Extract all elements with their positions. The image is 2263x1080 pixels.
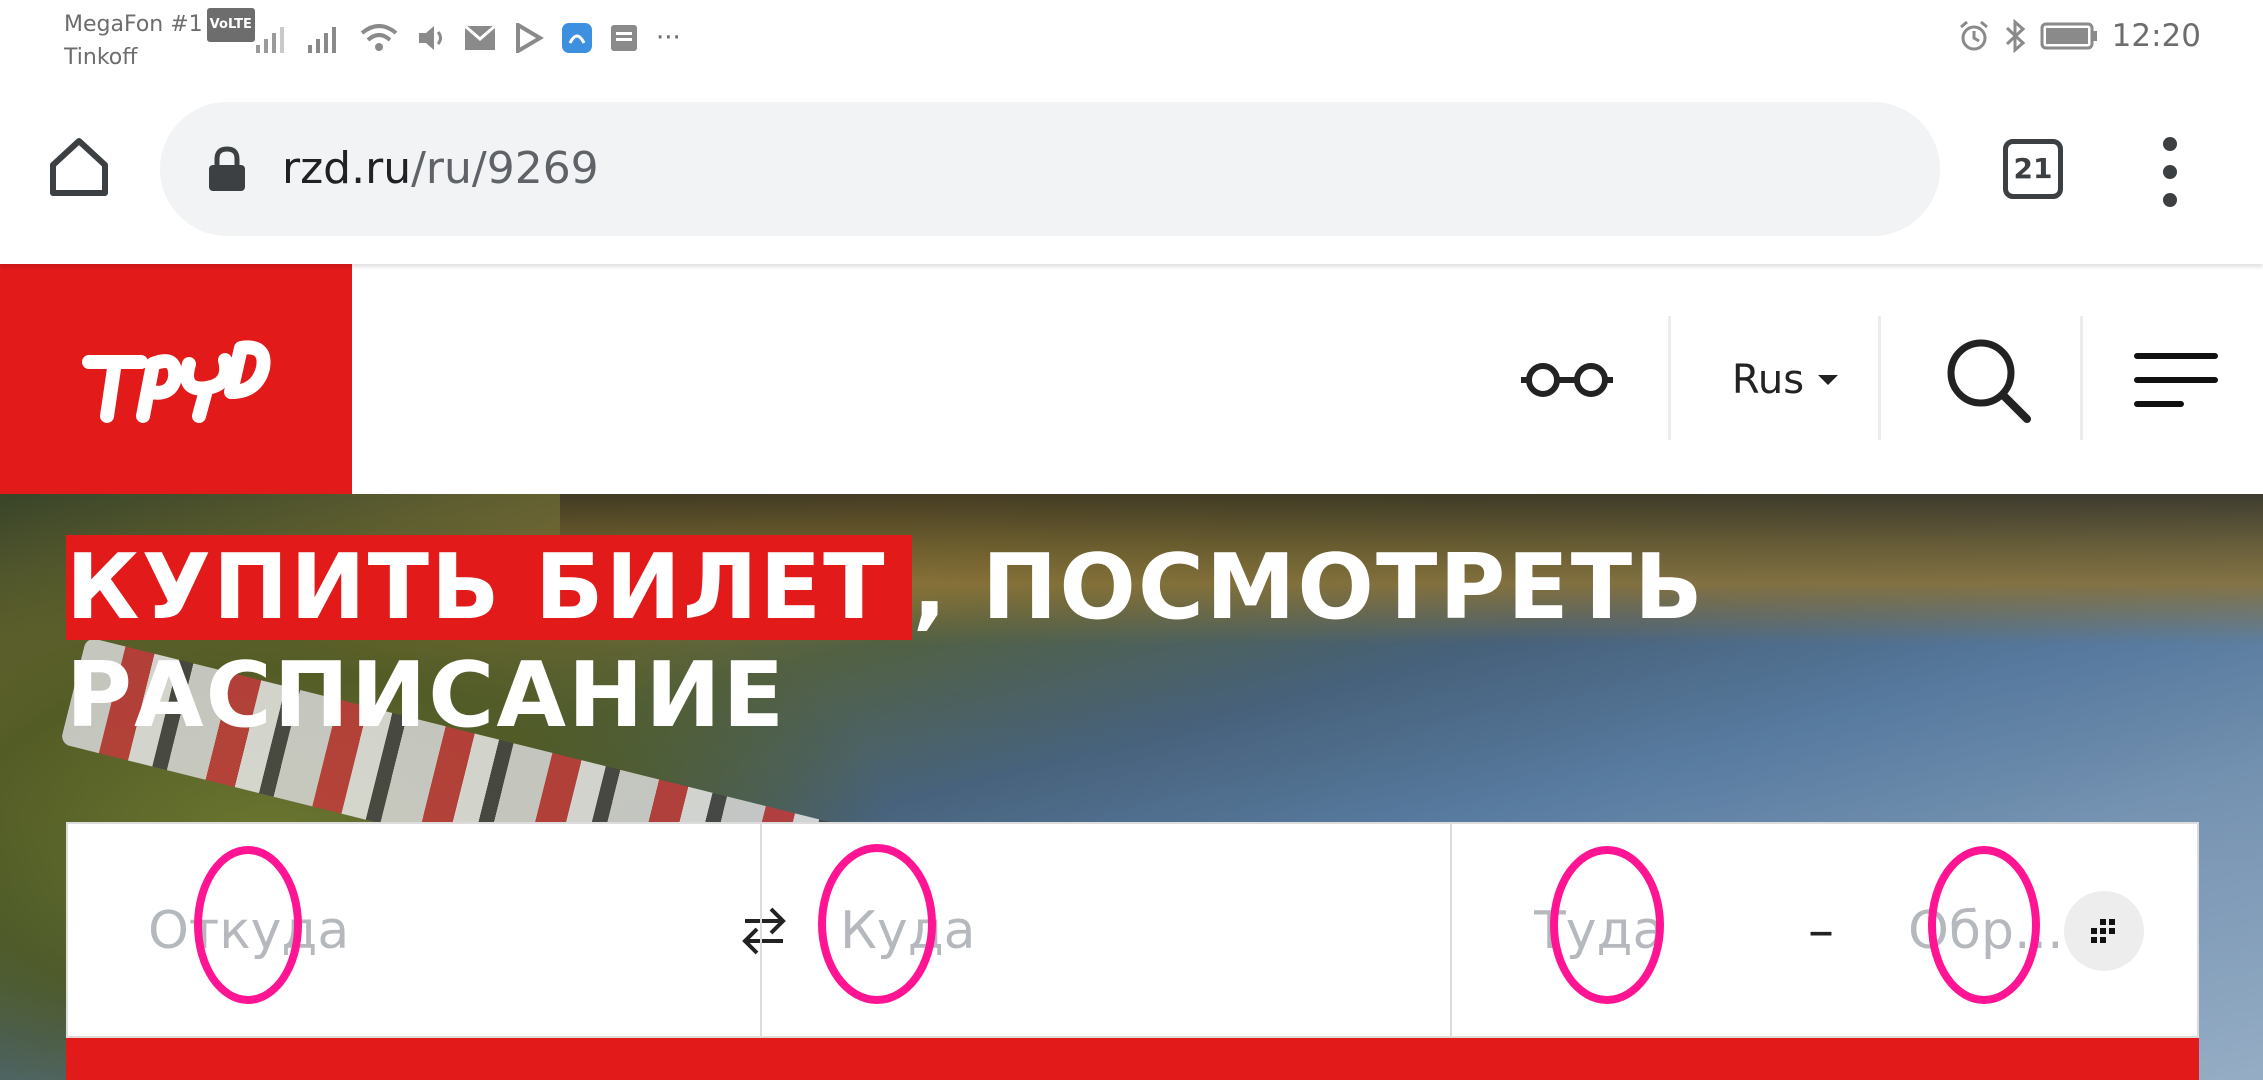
search-icon <box>1947 339 2031 423</box>
volume-icon <box>419 26 442 50</box>
clock: 12:20 <box>2111 18 2201 54</box>
menu-dot-icon <box>2163 165 2177 179</box>
mail-icon <box>464 25 496 50</box>
home-button[interactable] <box>44 132 114 202</box>
news-icon <box>611 25 637 51</box>
system-icons: 12:20 <box>1958 16 2201 56</box>
hero-title-line2[interactable]: РАСПИСАНИЕ <box>66 643 786 748</box>
field-separator <box>760 824 762 1038</box>
site-header: Rus <box>0 264 2263 494</box>
hero-title: КУПИТЬ БИЛЕТ, ПОСМОТРЕТЬ РАСПИСАНИЕ <box>66 534 1966 750</box>
swap-icon <box>742 907 786 955</box>
search-button[interactable] <box>1930 319 2046 441</box>
more-notifications-icon: ··· <box>656 23 681 53</box>
bluetooth-icon <box>2005 19 2025 53</box>
annotation-circle <box>818 844 936 1004</box>
url-host: rzd.ru <box>282 143 412 194</box>
carrier-name-1: MegaFon #1 <box>64 12 203 37</box>
signal-icon <box>256 27 284 53</box>
battery-icon <box>2040 22 2097 50</box>
annotation-circle <box>194 846 302 1004</box>
field-separator <box>1450 824 1452 1038</box>
play-store-icon <box>516 23 544 53</box>
wifi-icon <box>360 24 398 51</box>
hamburger-menu-button[interactable] <box>2126 319 2226 441</box>
tab-switcher-button[interactable]: 21 <box>2003 139 2063 199</box>
browser-toolbar: rzd.ru/ru/9269 21 <box>0 82 2263 264</box>
language-selector[interactable]: Rus <box>1700 319 1870 441</box>
address-bar[interactable]: rzd.ru/ru/9269 <box>160 102 1940 236</box>
calendar-button[interactable] <box>2064 891 2144 971</box>
chevron-down-icon <box>1818 375 1839 385</box>
volte-badge: VoLTE <box>206 8 255 42</box>
url-text[interactable]: rzd.ru/ru/9269 <box>282 102 599 236</box>
alarm-icon <box>1959 20 1988 51</box>
annotation-circle <box>1550 846 1664 1004</box>
hamburger-icon <box>2134 353 2218 407</box>
swap-stations-button[interactable] <box>734 901 794 961</box>
menu-dot-icon <box>2163 193 2177 207</box>
lock-icon <box>209 146 245 191</box>
rzd-logo-icon <box>82 340 271 423</box>
header-divider <box>2080 316 2083 440</box>
calendar-grid-icon <box>2091 919 2115 943</box>
home-icon <box>50 138 108 196</box>
carrier-name-2: Tinkoff <box>64 45 138 70</box>
signal-icon <box>308 27 336 53</box>
glasses-icon <box>1521 363 1613 397</box>
language-label: Rus <box>1731 357 1805 403</box>
accessibility-button[interactable] <box>1510 319 1624 441</box>
carrier-info: MegaFon #1 VoLTE Tinkoff <box>64 8 255 74</box>
header-divider <box>1668 316 1671 440</box>
rzd-logo[interactable] <box>0 264 352 494</box>
hero-title-rest[interactable]: , ПОСМОТРЕТЬ <box>912 535 1704 640</box>
status-bar: MegaFon #1 VoLTE Tinkoff ··· 12:20 <box>0 0 2263 82</box>
hero-title-highlight[interactable]: КУПИТЬ БИЛЕТ <box>66 535 913 640</box>
annotation-circle <box>1928 846 2040 1004</box>
menu-dot-icon <box>2163 137 2177 151</box>
ticket-search-form: – <box>66 822 2199 1038</box>
app-icon <box>562 23 592 53</box>
date-range-separator: – <box>1808 901 1834 961</box>
notification-icons: ··· <box>256 18 681 58</box>
url-path: /ru/9269 <box>411 143 599 194</box>
header-divider <box>1878 316 1881 440</box>
search-submit-bar[interactable] <box>66 1038 2199 1080</box>
browser-menu-button[interactable] <box>2150 137 2190 207</box>
